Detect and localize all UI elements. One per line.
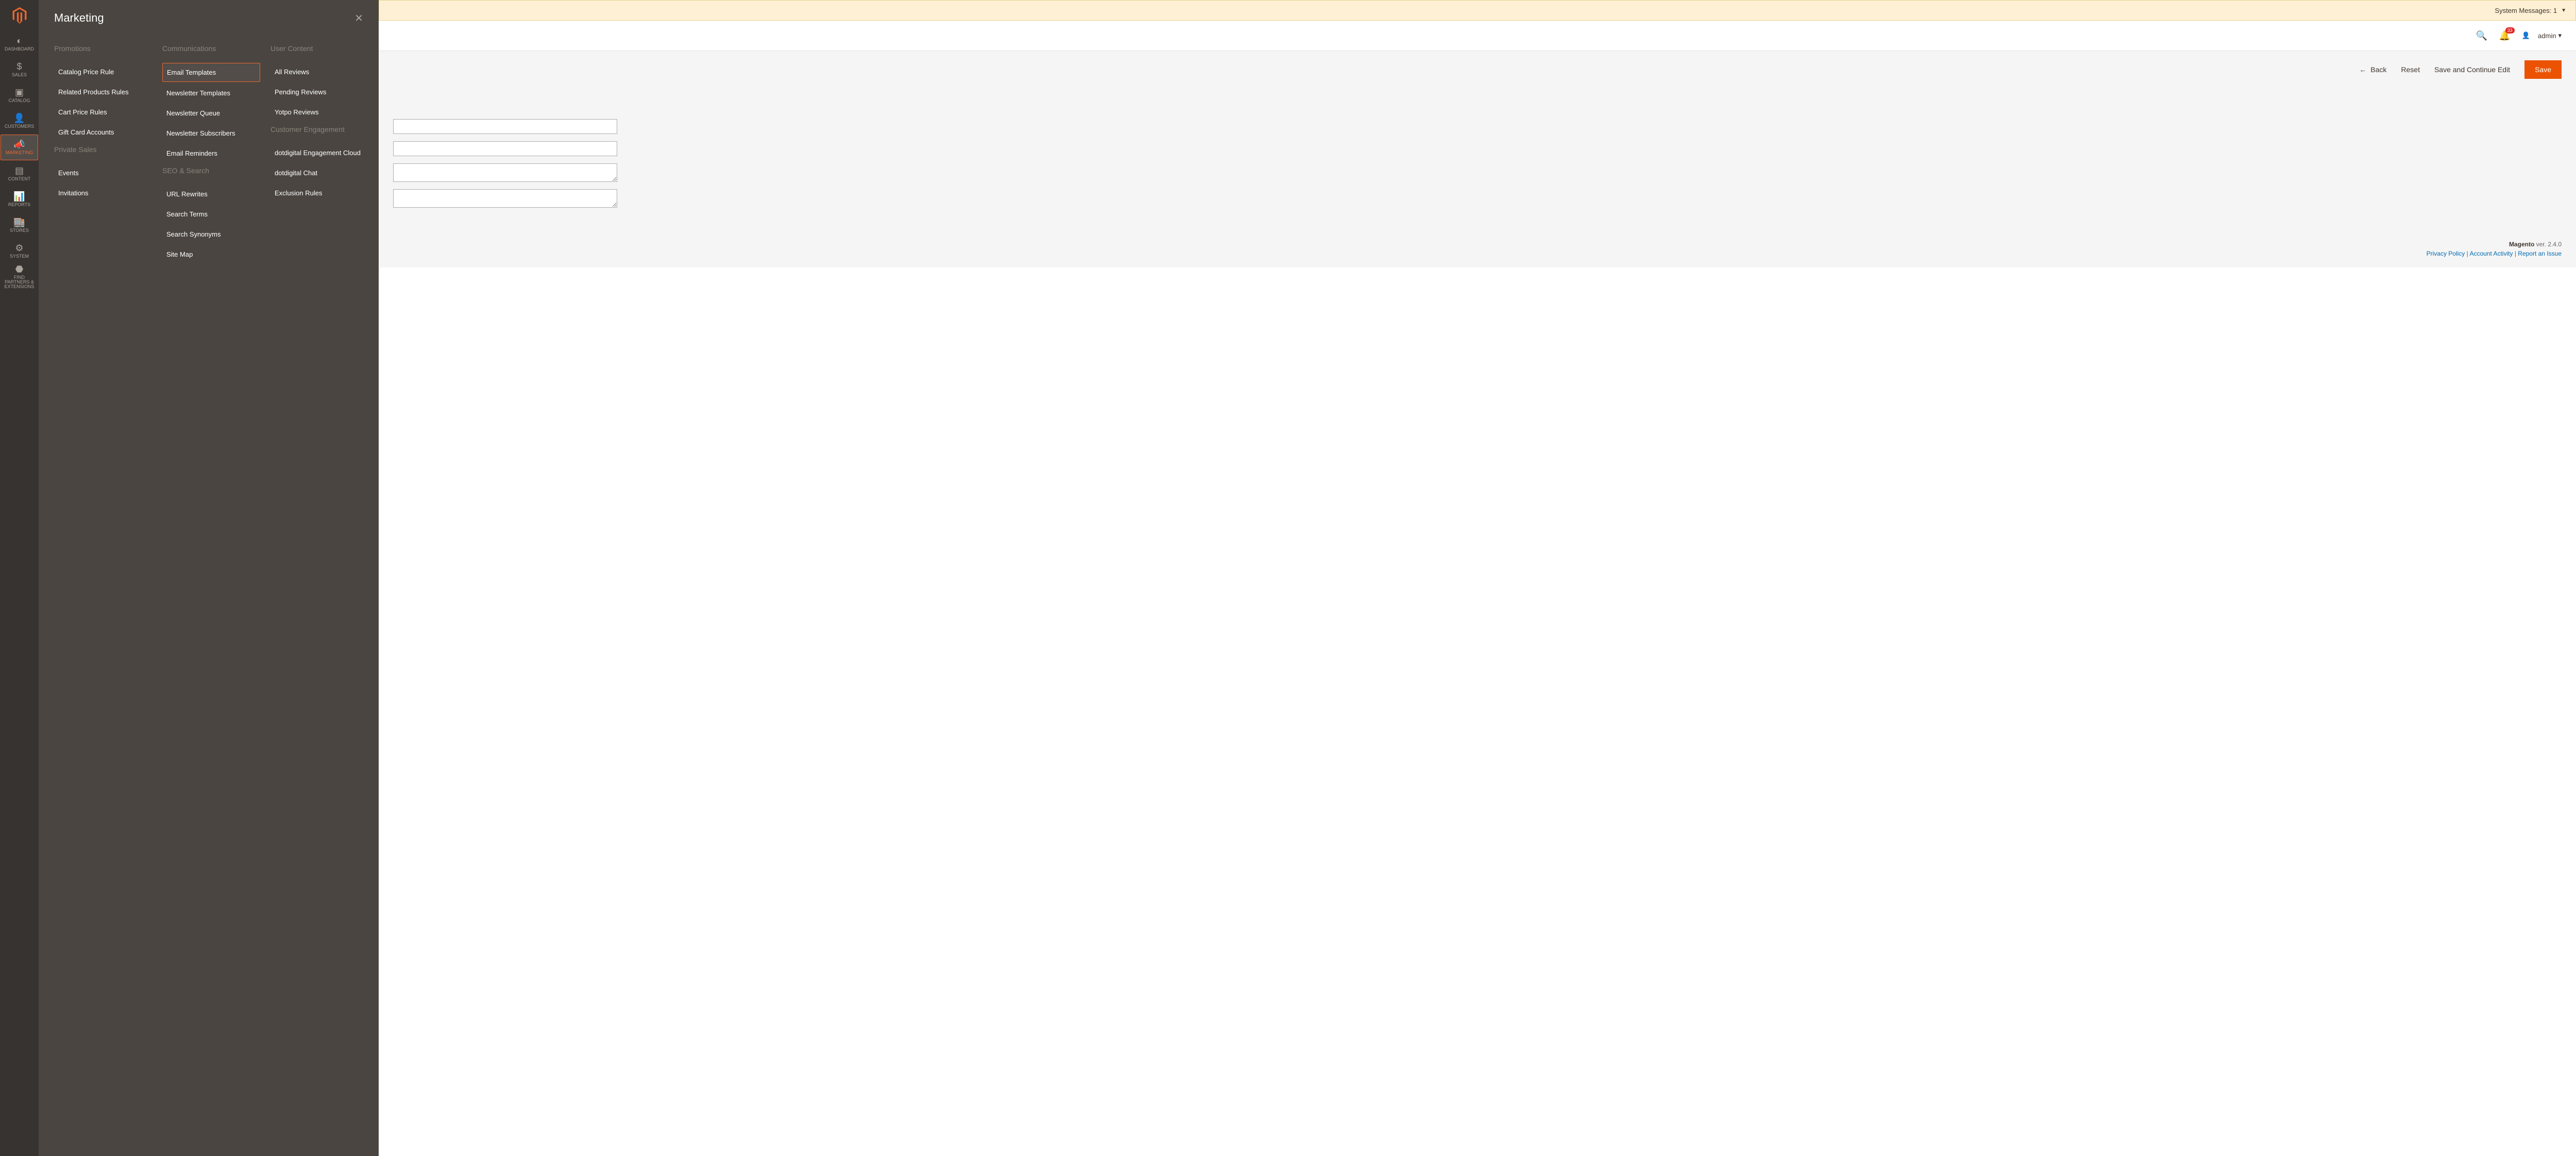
layout-icon: ▤ bbox=[15, 166, 24, 175]
person-icon: 👤 bbox=[13, 113, 25, 123]
admin-footer: Magento ver. 2.4.0 Privacy Policy | Acco… bbox=[379, 225, 2576, 267]
flyout-link[interactable]: All Reviews bbox=[270, 63, 368, 81]
footer-link-activity[interactable]: Account Activity bbox=[2469, 250, 2513, 257]
flyout-link[interactable]: Email Templates bbox=[162, 63, 260, 82]
flyout-link[interactable]: URL Rewrites bbox=[162, 185, 260, 203]
flyout-link[interactable]: Newsletter Subscribers bbox=[162, 124, 260, 142]
flyout-link[interactable]: Search Synonyms bbox=[162, 225, 260, 243]
flyout-link[interactable]: dotdigital Chat bbox=[270, 164, 368, 182]
nav-partners[interactable]: ⬣FIND PARTNERS & EXTENSIONS bbox=[0, 264, 39, 290]
flyout-link[interactable]: Related Products Rules bbox=[54, 83, 152, 101]
back-button[interactable]: ← Back bbox=[2359, 65, 2386, 74]
search-icon[interactable]: 🔍 bbox=[2476, 30, 2487, 41]
flyout-section-heading: Communications bbox=[162, 44, 260, 53]
text-field-2[interactable] bbox=[393, 141, 617, 156]
store-icon: 🏬 bbox=[13, 217, 25, 227]
flyout-link[interactable]: Catalog Price Rule bbox=[54, 63, 152, 81]
nav-marketing[interactable]: 📣MARKETING bbox=[1, 135, 38, 160]
dollar-icon: $ bbox=[16, 62, 22, 71]
nav-catalog[interactable]: ▣CATALOG bbox=[0, 82, 39, 108]
flyout-link[interactable]: Pending Reviews bbox=[270, 83, 368, 101]
flyout-title: Marketing bbox=[54, 11, 104, 25]
textarea-1[interactable] bbox=[393, 163, 617, 182]
flyout-section-heading: User Content bbox=[270, 44, 368, 53]
close-icon[interactable]: ✕ bbox=[354, 12, 363, 25]
admin-topbar: 🔍 🔔33 👤 admin ▾ bbox=[379, 21, 2576, 51]
flyout-section-heading: Promotions bbox=[54, 44, 152, 53]
chevron-down-icon: ▼ bbox=[2561, 8, 2566, 13]
flyout-link[interactable]: Newsletter Templates bbox=[162, 84, 260, 102]
gear-icon: ⚙ bbox=[15, 243, 23, 253]
arrow-left-icon: ← bbox=[2359, 65, 2366, 74]
main-content: System Messages: 1 ▼ 🔍 🔔33 👤 admin ▾ ← B… bbox=[379, 0, 2576, 267]
flyout-link[interactable]: Email Reminders bbox=[162, 144, 260, 162]
marketing-flyout: Marketing ✕ Promotions Catalog Price Rule… bbox=[39, 0, 379, 1156]
flyout-section-heading: SEO & Search bbox=[162, 166, 260, 175]
flyout-link[interactable]: Gift Card Accounts bbox=[54, 123, 152, 141]
notification-badge: 33 bbox=[2505, 27, 2515, 33]
box-icon: ▣ bbox=[15, 88, 24, 97]
flyout-link[interactable]: Events bbox=[54, 164, 152, 182]
nav-system[interactable]: ⚙SYSTEM bbox=[0, 238, 39, 264]
nav-customers[interactable]: 👤CUSTOMERS bbox=[0, 108, 39, 134]
flyout-link[interactable]: Invitations bbox=[54, 184, 152, 202]
flyout-link[interactable]: Search Terms bbox=[162, 205, 260, 223]
nav-content[interactable]: ▤CONTENT bbox=[0, 161, 39, 187]
admin-sidebar: ◐DASHBOARD $SALES ▣CATALOG 👤CUSTOMERS 📣M… bbox=[0, 0, 39, 1156]
admin-user-menu[interactable]: 👤 admin ▾ bbox=[2522, 31, 2562, 40]
megaphone-icon: 📣 bbox=[13, 140, 25, 149]
textarea-2[interactable] bbox=[393, 189, 617, 208]
nav-stores[interactable]: 🏬STORES bbox=[0, 212, 39, 238]
reset-button[interactable]: Reset bbox=[2401, 65, 2420, 74]
notifications-icon[interactable]: 🔔33 bbox=[2499, 30, 2510, 41]
chevron-down-icon: ▾ bbox=[2558, 31, 2562, 40]
flyout-section-heading: Customer Engagement bbox=[270, 125, 368, 133]
flyout-link[interactable]: Site Map bbox=[162, 245, 260, 263]
nav-dashboard[interactable]: ◐DASHBOARD bbox=[0, 31, 39, 57]
flyout-link[interactable]: dotdigital Engagement Cloud bbox=[270, 144, 368, 162]
puzzle-icon: ⬣ bbox=[15, 264, 24, 274]
flyout-link[interactable]: Exclusion Rules bbox=[270, 184, 368, 202]
user-icon: 👤 bbox=[2522, 31, 2530, 40]
text-field-1[interactable] bbox=[393, 119, 617, 134]
page-toolbar: ← Back Reset Save and Continue Edit Save bbox=[379, 51, 2576, 88]
magento-logo[interactable] bbox=[0, 0, 39, 31]
flyout-link[interactable]: Cart Price Rules bbox=[54, 103, 152, 121]
footer-link-privacy[interactable]: Privacy Policy bbox=[2427, 250, 2465, 257]
nav-reports[interactable]: 📊REPORTS bbox=[0, 187, 39, 212]
chart-icon: 📊 bbox=[13, 192, 25, 201]
nav-sales[interactable]: $SALES bbox=[0, 57, 39, 82]
gauge-icon: ◐ bbox=[16, 36, 22, 45]
flyout-link[interactable]: Newsletter Queue bbox=[162, 104, 260, 122]
save-continue-button[interactable]: Save and Continue Edit bbox=[2434, 65, 2510, 74]
footer-link-report[interactable]: Report an Issue bbox=[2518, 250, 2562, 257]
save-button[interactable]: Save bbox=[2524, 60, 2562, 79]
form-area bbox=[379, 88, 2576, 225]
system-messages-bar[interactable]: System Messages: 1 ▼ bbox=[379, 0, 2576, 21]
flyout-link[interactable]: Yotpo Reviews bbox=[270, 103, 368, 121]
flyout-section-heading: Private Sales bbox=[54, 145, 152, 154]
